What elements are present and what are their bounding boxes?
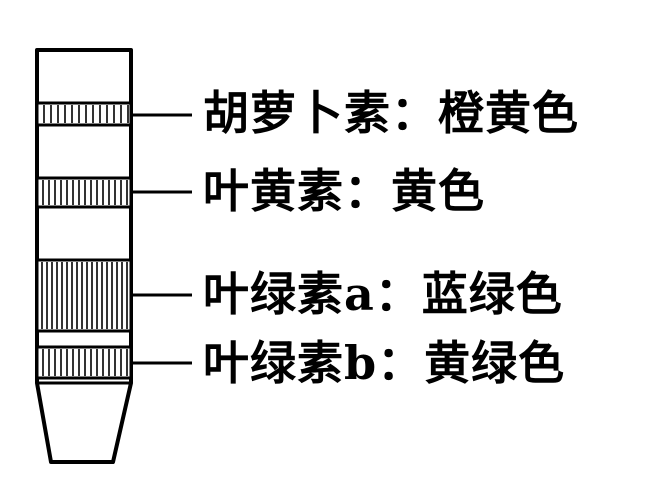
chromatography-diagram (35, 48, 192, 464)
label-carotene: 胡萝卜素：橙黄色 (203, 86, 579, 140)
band-xanthophyll (35, 176, 133, 209)
label-chlorophyll-b: 叶绿素b：黄绿色 (203, 336, 566, 390)
band-outline (35, 345, 133, 380)
band-outline (35, 176, 133, 209)
band-chlorophyll-b (35, 345, 133, 380)
label-chlorophyll-a: 叶绿素a：蓝绿色 (203, 267, 563, 321)
band-chlorophyll-a (35, 258, 133, 333)
band-carotene (35, 101, 133, 127)
label-xanthophyll: 叶黄素：黄色 (203, 164, 485, 218)
